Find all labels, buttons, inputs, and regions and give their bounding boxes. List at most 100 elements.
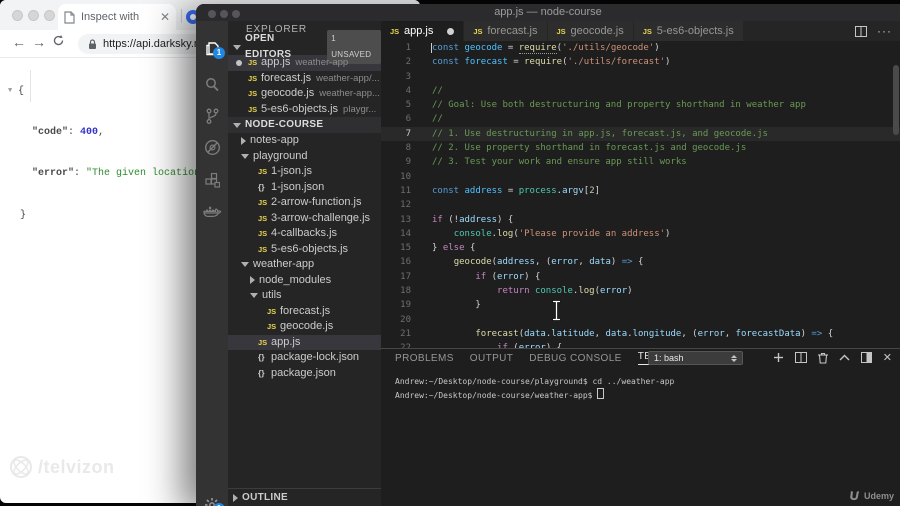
browser-zoom-button[interactable] <box>44 10 55 21</box>
settings-gear-icon[interactable] <box>196 490 228 506</box>
tree-item[interactable]: {} package-lock.json <box>228 350 381 366</box>
line-number: 4 <box>405 85 411 96</box>
open-editors-header[interactable]: OPEN EDITORS 1 UNSAVED <box>228 30 381 64</box>
code-line: 12 <box>381 198 900 212</box>
tree-item[interactable]: JS 1-json.js <box>228 164 381 180</box>
root-folder-header[interactable]: NODE-COURSE <box>228 117 381 133</box>
tree-item[interactable]: JS geocode.js <box>228 319 381 335</box>
file-label: app.js <box>271 335 301 348</box>
terminal-cursor <box>597 388 605 399</box>
chevron-down-icon <box>233 122 241 128</box>
tree-item[interactable]: utils <box>228 288 381 304</box>
file-label: 2-arrow-function.js <box>271 196 362 208</box>
new-terminal-icon[interactable] <box>773 352 784 363</box>
editor-tab-geocode.js[interactable]: JS geocode.js <box>547 21 634 41</box>
file-label: 5-es6-objects.js <box>261 102 339 115</box>
tree-item[interactable]: {} 1-json.json <box>228 180 381 196</box>
tree-item[interactable]: node_modules <box>228 273 381 289</box>
editor-tab-5-es6-objects.js[interactable]: JS 5-es6-objects.js <box>633 21 744 41</box>
unsaved-dot-icon[interactable] <box>447 27 455 35</box>
line-number: 15 <box>400 243 411 254</box>
line-number: 20 <box>400 314 411 325</box>
line-number: 8 <box>405 143 411 154</box>
split-terminal-icon[interactable] <box>794 352 807 363</box>
mouse-text-cursor <box>551 300 562 321</box>
tree-item[interactable]: JS forecast.js <box>228 304 381 320</box>
close-tab-icon[interactable]: ✕ <box>160 11 170 23</box>
back-icon[interactable]: ← <box>12 34 26 50</box>
tree-item[interactable]: weather-app <box>228 257 381 273</box>
docker-icon[interactable] <box>196 198 228 228</box>
open-editor-item[interactable]: JS 5-es6-objects.js playgr... <box>228 102 381 118</box>
file-label: notes-app <box>250 134 299 146</box>
explorer-sidebar: EXPLORER OPEN EDITORS 1 UNSAVED JS app.js… <box>228 21 381 506</box>
file-label: weather-app <box>253 258 315 270</box>
file-path-desc: weather-app... <box>319 88 380 99</box>
udemy-icon <box>850 491 859 501</box>
json-file-icon: {} <box>258 367 265 378</box>
browser-close-button[interactable] <box>12 10 23 21</box>
code-line: 20 <box>381 313 900 327</box>
panel-layout-icon[interactable] <box>860 352 872 363</box>
code-editor[interactable]: 1 const geocode = require('./utils/geocod… <box>381 41 900 348</box>
reload-icon[interactable] <box>52 34 65 47</box>
panel-tab-debug-console[interactable]: DEBUG CONSOLE <box>529 353 621 364</box>
json-line: "error": "The given location <box>32 168 201 180</box>
screen: Inspect with ✕ Acce ← → https://api.dark… <box>0 0 900 506</box>
terminal-output[interactable]: Andrew:~/Desktop/node-course/playground$… <box>395 375 674 402</box>
file-tree: notes-app playground JS 1-json.js{} 1-json.j… <box>228 133 381 381</box>
editor-tab-app.js[interactable]: JS app.js <box>381 21 465 41</box>
tab-separator <box>181 9 182 23</box>
terminal-shell-select[interactable]: 1: bash <box>648 351 743 365</box>
collapse-triangle-icon[interactable]: ▼ <box>8 85 18 99</box>
js-file-icon: JS <box>258 229 268 238</box>
more-actions-icon[interactable]: ··· <box>877 24 892 38</box>
forward-icon[interactable]: → <box>32 34 46 50</box>
json-line: ▼{ <box>8 85 25 99</box>
panel-tab-problems[interactable]: PROBLEMS <box>395 353 454 364</box>
document-icon <box>64 10 75 24</box>
terminal-line: Andrew:~/Desktop/node-course/weather-app… <box>395 388 674 402</box>
editor-tab-forecast.js[interactable]: JS forecast.js <box>464 21 548 41</box>
tree-item[interactable]: playground <box>228 149 381 165</box>
tree-item[interactable]: {} package.json <box>228 366 381 382</box>
outline-section[interactable]: OUTLINE <box>228 488 381 506</box>
chevron-right-icon <box>241 136 246 145</box>
open-editor-item[interactable]: JS geocode.js weather-app... <box>228 86 381 102</box>
debug-icon[interactable] <box>196 132 228 162</box>
tree-item[interactable]: JS app.js <box>228 334 381 350</box>
maximize-panel-chevron-icon[interactable] <box>839 354 850 361</box>
close-panel-icon[interactable]: ✕ <box>883 351 892 364</box>
explorer-badge: 1 <box>213 47 225 59</box>
line-number: 14 <box>400 228 411 239</box>
tree-item[interactable]: JS 3-arrow-challenge.js <box>228 211 381 227</box>
browser-minimize-button[interactable] <box>28 10 39 21</box>
browser-tab-1[interactable]: Inspect with ✕ <box>58 4 176 30</box>
tree-item[interactable]: JS 2-arrow-function.js <box>228 195 381 211</box>
kill-terminal-trash-icon[interactable] <box>817 352 828 364</box>
file-label: playground <box>253 149 308 162</box>
search-icon[interactable] <box>196 69 228 99</box>
line-number: 1 <box>405 43 411 53</box>
extensions-icon[interactable] <box>196 165 228 195</box>
file-label: 1-json.js <box>271 165 312 177</box>
select-arrows-icon <box>731 354 737 362</box>
split-editor-icon[interactable] <box>855 25 867 37</box>
tree-item[interactable]: JS 5-es6-objects.js <box>228 242 381 258</box>
file-label: package-lock.json <box>271 351 360 363</box>
unsaved-dot-icon <box>236 59 242 66</box>
editor-scrollbar[interactable] <box>893 65 899 135</box>
code-line: 16 geocode(address, (error, data) => { <box>381 255 900 269</box>
source-control-icon[interactable] <box>196 101 228 131</box>
tree-item[interactable]: JS 4-callbacks.js <box>228 226 381 242</box>
js-file-icon: JS <box>267 322 277 331</box>
line-number: 22 <box>381 341 411 348</box>
file-label: geocode.js <box>261 87 315 99</box>
panel-tab-output[interactable]: OUTPUT <box>470 353 514 364</box>
line-number: 12 <box>400 200 411 211</box>
open-editor-item[interactable]: JS forecast.js weather-app/... <box>228 71 381 87</box>
tree-item[interactable]: notes-app <box>228 133 381 149</box>
js-file-icon: JS <box>248 73 258 83</box>
file-path-desc: playgr... <box>343 103 377 115</box>
js-file-icon: JS <box>258 167 268 176</box>
